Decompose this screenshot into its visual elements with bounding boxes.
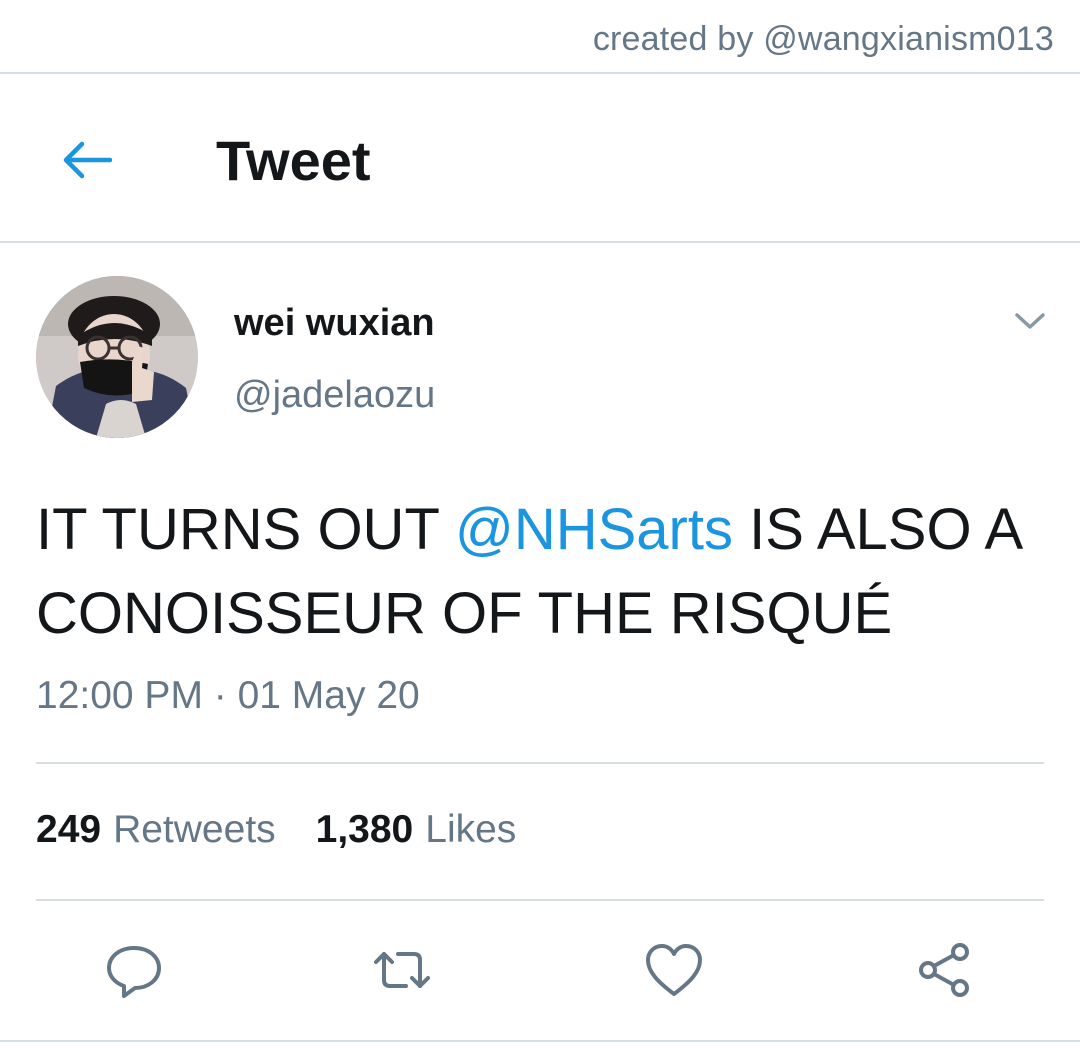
like-button[interactable] [642, 938, 706, 1002]
avatar[interactable] [36, 276, 198, 438]
retweets-label: Retweets [113, 808, 276, 851]
retweet-button[interactable] [370, 938, 434, 1002]
retweets-stat[interactable]: 249 Retweets [36, 808, 276, 852]
divider [36, 762, 1044, 764]
divider [0, 72, 1080, 74]
mention-link[interactable]: @NHSarts [455, 497, 733, 562]
retweet-icon [374, 952, 430, 988]
arrow-left-icon [63, 141, 112, 179]
retweets-count: 249 [36, 808, 102, 851]
chevron-down-icon [1015, 313, 1045, 329]
tweet-timestamp: 12:00 PM · 01 May 20 [36, 674, 420, 717]
tweet-menu-button[interactable] [1010, 306, 1050, 336]
divider [0, 1040, 1080, 1042]
tweet-detail-screen: created by @wangxianism013 Tweet wei wux… [0, 0, 1080, 1061]
tweet-text-before: IT TURNS OUT [36, 497, 455, 562]
reply-icon [107, 946, 161, 998]
author-handle[interactable]: @jadelaozu [234, 374, 435, 417]
divider [0, 241, 1080, 243]
tweet-text: IT TURNS OUT @NHSarts IS ALSO A CONOISSE… [36, 488, 1056, 656]
divider [36, 899, 1044, 901]
engagement-stats: 249 Retweets 1,380 Likes [36, 808, 516, 852]
likes-stat[interactable]: 1,380 Likes [316, 808, 517, 852]
profile-photo [36, 276, 198, 438]
share-button[interactable] [912, 938, 976, 1002]
share-icon [919, 943, 969, 997]
back-button[interactable] [56, 130, 116, 190]
watermark-credit: created by @wangxianism013 [592, 20, 1054, 58]
likes-count: 1,380 [315, 808, 414, 851]
likes-label: Likes [425, 808, 517, 851]
author-display-name[interactable]: wei wuxian [234, 302, 435, 345]
reply-button[interactable] [102, 938, 166, 1002]
heart-icon [646, 944, 702, 996]
page-title: Tweet [216, 129, 371, 192]
